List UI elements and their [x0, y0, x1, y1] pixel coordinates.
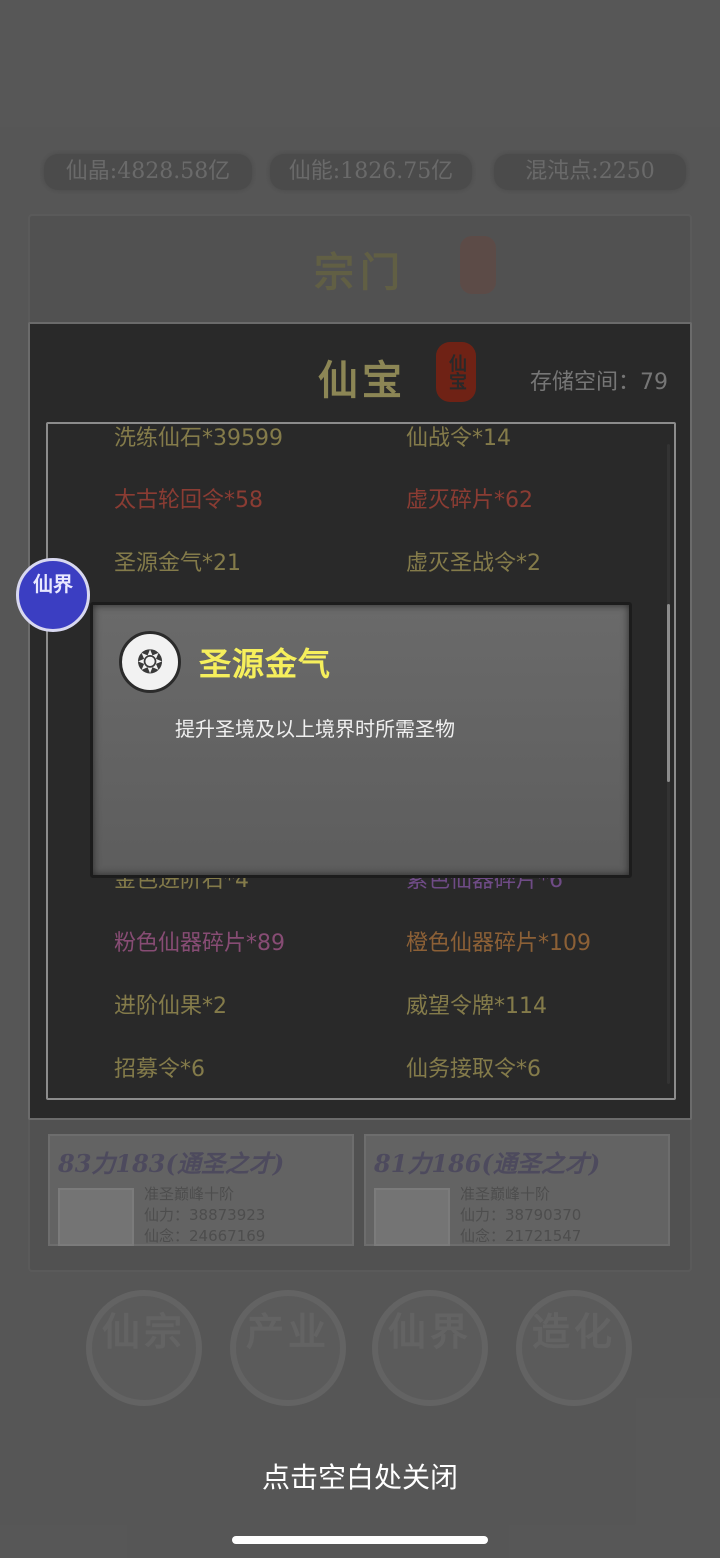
tooltip-description: 提升圣境及以上境界时所需圣物: [175, 717, 455, 741]
tooltip-title: 圣源金气: [199, 645, 332, 683]
realm-badge-button[interactable]: 仙界: [16, 558, 90, 632]
orb-icon: ❂: [119, 631, 181, 693]
close-hint[interactable]: 点击空白处关闭: [0, 1456, 720, 1496]
home-indicator[interactable]: [232, 1536, 488, 1544]
item-tooltip: ❂ 圣源金气 提升圣境及以上境界时所需圣物: [90, 602, 632, 878]
